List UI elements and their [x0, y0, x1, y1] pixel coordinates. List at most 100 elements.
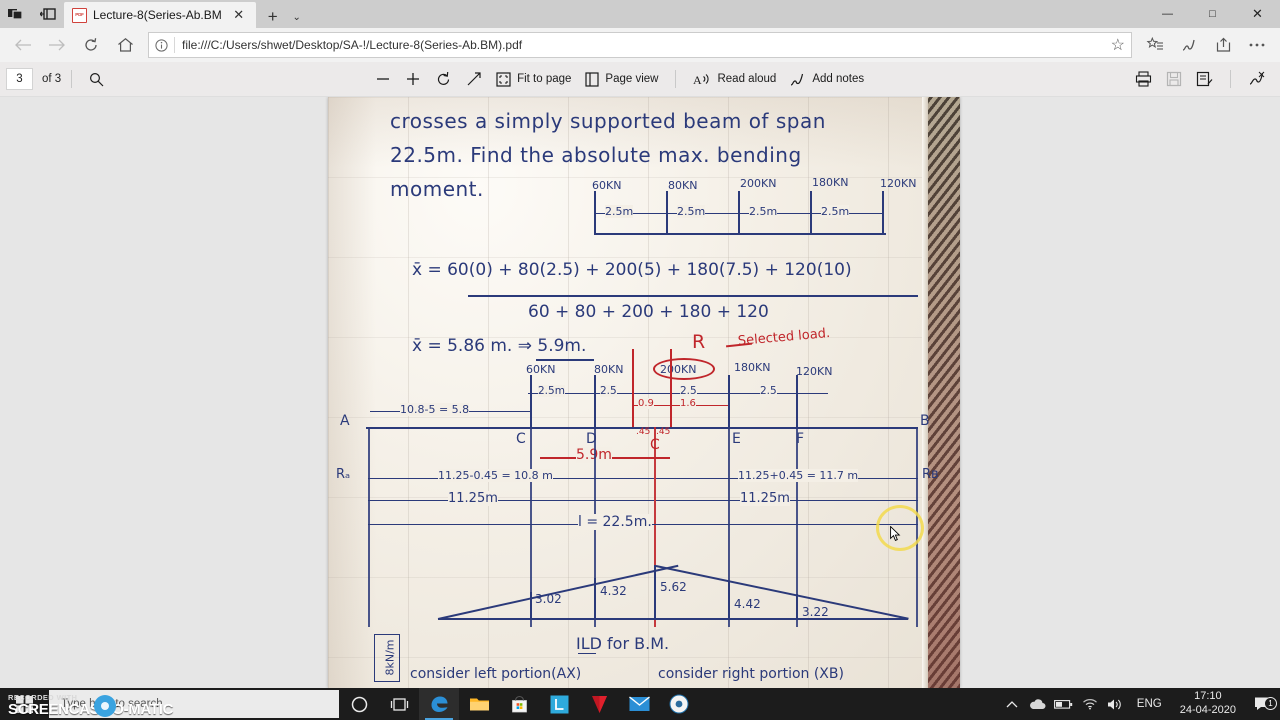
- beam-load-2: 80KN: [594, 363, 624, 376]
- battery-icon[interactable]: [1051, 699, 1077, 710]
- lenovo-vantage-icon[interactable]: [539, 688, 579, 720]
- ild-baseline: [438, 618, 908, 620]
- reaction-RB-label: Rʙ: [922, 467, 939, 482]
- save-as-icon[interactable]: [1189, 66, 1220, 92]
- ild-ordinate-1: [530, 592, 532, 619]
- screencast-recorder-icon[interactable]: [659, 688, 699, 720]
- left-dim-label: 10.8-5 = 5.8: [400, 403, 470, 416]
- refresh-icon[interactable]: [74, 31, 108, 59]
- tabs-restore-icon[interactable]: [32, 0, 64, 28]
- new-tab-button[interactable]: +: [262, 6, 284, 28]
- print-icon[interactable]: [1128, 66, 1159, 92]
- resultant-label-R: R: [692, 331, 706, 353]
- page-view-button[interactable]: Page view: [578, 66, 665, 92]
- beam-load-arrow-3-resultant: [632, 349, 634, 427]
- tab-bar: Lecture-8(Series-Ab.BM ✕ + ⌄ — □ ✕: [0, 0, 1280, 28]
- forward-icon[interactable]: [40, 31, 74, 59]
- beam-load-arrow-1: [530, 375, 532, 427]
- file-explorer-icon[interactable]: [459, 688, 499, 720]
- ild-value-3: 5.62: [660, 580, 687, 594]
- red-dim-0-9: 0.9: [638, 398, 654, 409]
- onedrive-icon[interactable]: [1025, 698, 1051, 710]
- ild-value-2: 4.32: [600, 584, 627, 598]
- ild-title-underline: [578, 653, 596, 655]
- beam-load-arrow-selected: [670, 349, 672, 427]
- expand-icon[interactable]: [459, 66, 489, 92]
- footnote-right: consider right portion (XB): [658, 666, 844, 682]
- question-line-1: crosses a simply supported beam of span: [390, 109, 826, 133]
- clock[interactable]: 17:10 24-04-2020: [1170, 690, 1246, 718]
- highlight-icon[interactable]: [1241, 66, 1272, 92]
- dim-half-right: 11.25m: [740, 491, 790, 506]
- page-number-input[interactable]: 3: [6, 68, 33, 90]
- windows-start-icon[interactable]: [0, 688, 48, 720]
- zoom-in-button[interactable]: [398, 66, 428, 92]
- zoom-out-button[interactable]: [368, 66, 398, 92]
- toolbar-divider-3: [1230, 70, 1231, 88]
- set-tabs-aside-icon[interactable]: [0, 0, 32, 28]
- maximize-button[interactable]: □: [1190, 0, 1235, 28]
- top-load-arrow-3: [738, 191, 740, 233]
- home-icon[interactable]: [108, 31, 142, 59]
- favorites-list-icon[interactable]: [1138, 31, 1172, 59]
- beam-spacing-line: [528, 393, 828, 395]
- top-spacing-2: 2.5m: [677, 205, 706, 218]
- task-view-icon[interactable]: [379, 688, 419, 720]
- favorite-star-icon[interactable]: ☆: [1111, 35, 1125, 55]
- beam-spacing-1: 2.5m: [538, 385, 565, 397]
- back-icon[interactable]: [6, 31, 40, 59]
- pdf-icon: [72, 7, 87, 23]
- fit-to-page-button[interactable]: Fit to page: [489, 66, 578, 92]
- search-icon[interactable]: [82, 66, 111, 92]
- photo-backdrop: [928, 97, 960, 688]
- read-aloud-button[interactable]: A Read aloud: [686, 66, 783, 92]
- url-divider: [174, 37, 175, 53]
- top-load-4: 180KN: [812, 176, 849, 189]
- rotate-icon[interactable]: [428, 66, 459, 92]
- chevron-up-icon[interactable]: [999, 700, 1025, 709]
- web-notes-icon[interactable]: [1172, 31, 1206, 59]
- minimize-button[interactable]: —: [1145, 0, 1190, 28]
- language-indicator[interactable]: ENG: [1129, 698, 1170, 710]
- clock-time: 17:10: [1194, 690, 1222, 703]
- volume-icon[interactable]: [1103, 698, 1129, 711]
- notification-count: 1: [1264, 697, 1277, 710]
- url-bar[interactable]: file:///C:/Users/shwet/Desktop/SA-!/Lect…: [148, 32, 1132, 58]
- dim-right-full: 11.25+0.45 = 11.7 m: [738, 469, 859, 482]
- search-input[interactable]: Type here to search: [49, 690, 339, 718]
- browser-tab[interactable]: Lecture-8(Series-Ab.BM ✕: [64, 2, 256, 28]
- microsoft-store-icon[interactable]: [499, 688, 539, 720]
- add-notes-button[interactable]: Add notes: [783, 66, 871, 92]
- fraction-bar: [468, 295, 918, 297]
- beam-load-4: 180KN: [734, 361, 771, 374]
- cortana-icon[interactable]: [339, 688, 379, 720]
- support-B-label: B: [920, 413, 930, 429]
- browser-actions: [1138, 31, 1274, 59]
- share-icon[interactable]: [1206, 31, 1240, 59]
- wifi-icon[interactable]: [1077, 698, 1103, 710]
- save-icon[interactable]: [1159, 66, 1189, 92]
- tab-close-button[interactable]: ✕: [228, 4, 250, 26]
- circle-selected-load: [653, 358, 715, 380]
- read-aloud-label: Read aloud: [717, 73, 777, 85]
- notifications-icon[interactable]: 1: [1246, 696, 1280, 712]
- more-settings-icon[interactable]: [1240, 31, 1274, 59]
- point-label-E: E: [732, 431, 741, 447]
- mail-icon[interactable]: [619, 688, 659, 720]
- pdf-toolbar-center: Fit to page Page view A Read aloud Add n…: [368, 66, 871, 92]
- mcafee-icon[interactable]: [579, 688, 619, 720]
- dim-row2-left-line: [368, 500, 654, 502]
- question-line-2: 22.5m. Find the absolute max. bending: [390, 143, 802, 167]
- system-tray: ENG 17:10 24-04-2020 1: [999, 688, 1280, 720]
- edge-icon[interactable]: [419, 688, 459, 720]
- beam-spacing-2: 2.5: [600, 385, 617, 397]
- toolbar-divider-2: [675, 70, 677, 88]
- info-icon[interactable]: [155, 38, 168, 52]
- chevron-down-icon[interactable]: ⌄: [286, 6, 308, 28]
- top-load-5: 120KN: [880, 177, 917, 190]
- pdf-viewer[interactable]: crosses a simply supported beam of span …: [0, 97, 1280, 688]
- beam-load-arrow-5: [796, 375, 798, 427]
- close-button[interactable]: ✕: [1235, 0, 1280, 28]
- top-spacing-4: 2.5m: [821, 205, 850, 218]
- top-load-arrow-1: [594, 191, 596, 233]
